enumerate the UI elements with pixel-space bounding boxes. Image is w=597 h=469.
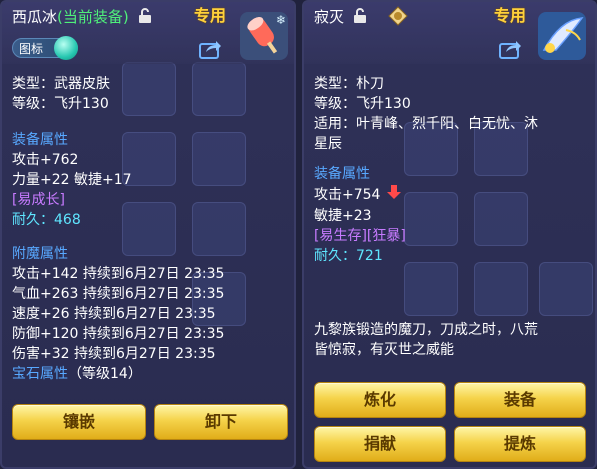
- svg-text:❄: ❄: [276, 13, 286, 27]
- enchant-line: 速度+26 持续到6月27日 23:35: [12, 306, 216, 322]
- trait-tags: [易生存][狂暴]: [314, 228, 406, 244]
- equip-button[interactable]: 装备: [454, 382, 586, 418]
- donate-button[interactable]: 捐献: [314, 426, 446, 462]
- enchant-line: 气血+263 持续到6月27日 23:35: [12, 286, 225, 302]
- enchant-line: 攻击+142 持续到6月27日 23:35: [12, 266, 225, 282]
- item-type: 类型：武器皮肤: [12, 76, 110, 92]
- item-details: 类型：朴刀 等级：飞升130 适用：叶青峰、烈千阳、白无忧、沐 星辰 装备属性 …: [314, 74, 589, 360]
- durability: 耐久：721: [314, 248, 383, 264]
- item-level: 等级：飞升130: [12, 96, 109, 112]
- gem-attributes: 宝石属性（等级14）: [12, 366, 142, 382]
- popsicle-item-icon: ❄: [238, 10, 290, 62]
- agility-stat: 敏捷+23: [314, 208, 372, 224]
- lock-icon: [138, 7, 152, 28]
- share-icon[interactable]: [498, 38, 522, 60]
- toggle-knob-icon: [54, 36, 78, 60]
- unequip-button[interactable]: 卸下: [154, 404, 288, 440]
- growth-tag: [易成长]: [12, 192, 65, 208]
- suitable-characters-cont: 星辰: [314, 136, 342, 152]
- enchant-line: 伤害+32 持续到6月27日 23:35: [12, 346, 216, 362]
- durability: 耐久：468: [12, 212, 81, 228]
- section-equipment-attributes: 装备属性: [12, 132, 68, 148]
- icon-toggle-label: 图标: [19, 42, 44, 56]
- exclusive-label: 专用: [194, 6, 227, 25]
- share-icon[interactable]: [198, 38, 222, 60]
- attack-stat: 攻击+754: [314, 184, 589, 206]
- exclusive-label: 专用: [494, 6, 527, 25]
- lock-icon: [353, 7, 367, 28]
- item-level: 等级：飞升130: [314, 96, 411, 112]
- section-enchant-attributes: 附魔属性: [12, 246, 68, 262]
- attack-stat: 攻击+762: [12, 152, 79, 168]
- refine-button[interactable]: 炼化: [314, 382, 446, 418]
- extract-button[interactable]: 提炼: [454, 426, 586, 462]
- item-type: 类型：朴刀: [314, 76, 384, 92]
- decrease-arrow-icon: [386, 184, 401, 206]
- item-tooltip-right: 寂灭 专用 类型：朴刀 等级：飞升130 适用：叶青峰、烈千阳、白无忧、沐 星辰…: [302, 0, 597, 469]
- suitable-characters: 适用：叶青峰、烈千阳、白无忧、沐: [314, 116, 538, 132]
- blade-item-icon: [536, 10, 588, 62]
- section-equipment-attributes: 装备属性: [314, 166, 370, 182]
- icon-toggle[interactable]: 图标: [12, 36, 78, 60]
- inlay-button[interactable]: 镶嵌: [12, 404, 146, 440]
- description-line: 皆惊寂，有灭世之威能: [314, 342, 454, 358]
- item-tooltip-left: 西瓜冰(当前装备) 专用 图标 ❄ 类型：武器皮肤 等级：飞升130 装备属性 …: [0, 0, 296, 469]
- item-details: 类型：武器皮肤 等级：飞升130 装备属性 攻击+762 力量+22 敏捷+17…: [12, 74, 288, 384]
- description-line: 九黎族锻造的魔刀，刀成之时，八荒: [314, 322, 538, 338]
- item-title: 西瓜冰(当前装备): [12, 6, 152, 28]
- enchant-line: 防御+120 持续到6月27日 23:35: [12, 326, 225, 342]
- item-title: 寂灭: [314, 6, 367, 28]
- badge-icon: [388, 6, 408, 30]
- strength-agility-stat: 力量+22 敏捷+17: [12, 172, 132, 188]
